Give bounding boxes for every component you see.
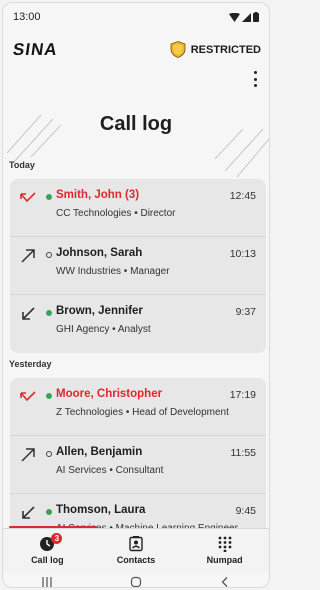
presence-offline-icon (46, 252, 52, 258)
call-time: 10:13 (229, 248, 256, 260)
nav-item-numpad[interactable]: Numpad (185, 536, 265, 565)
numpad-icon (218, 536, 232, 552)
outgoing-call-icon (21, 249, 35, 263)
call-time: 12:45 (229, 190, 256, 202)
nav-label-numpad: Numpad (206, 555, 243, 565)
status-icons (229, 12, 259, 22)
presence-offline-icon (46, 451, 52, 457)
caller-detail: AI Services • Consultant (56, 465, 164, 476)
incoming-call-icon (22, 506, 35, 519)
call-list-today: Smith, John (3) 12:45 CC Technologies • … (10, 179, 266, 353)
app-logo: SINA (11, 40, 60, 59)
call-list-yesterday: Moore, Christopher 17:19 Z Technologies … (10, 378, 266, 532)
caller-name: Thomson, Laura (56, 504, 146, 516)
caller-name: Moore, Christopher (56, 388, 163, 400)
call-row[interactable]: Allen, Benjamin 11:55 AI Services • Cons… (10, 436, 266, 494)
call-row[interactable]: Moore, Christopher 17:19 Z Technologies … (10, 378, 266, 436)
missed-call-icon (20, 391, 36, 402)
contacts-icon (129, 536, 143, 552)
nav-label-call-log: Call log (31, 555, 64, 565)
wifi-icon (229, 12, 240, 22)
call-time: 11:55 (230, 447, 257, 459)
caller-detail: WW Industries • Manager (56, 266, 170, 277)
decorative-lines (6, 114, 269, 178)
missed-count-badge: 3 (51, 533, 63, 544)
missed-call-icon (20, 192, 36, 203)
call-time: 9:45 (235, 505, 256, 517)
caller-detail: Z Technologies • Head of Development (56, 407, 229, 418)
presence-available-icon (46, 509, 52, 515)
caller-name: Brown, Jennifer (56, 305, 143, 317)
classification-badge: RESTRICTED (170, 41, 261, 58)
classification-label: RESTRICTED (190, 43, 261, 56)
shield-icon (170, 41, 186, 58)
presence-available-icon (46, 194, 52, 200)
outgoing-call-icon (21, 448, 35, 462)
call-row[interactable]: Smith, John (3) 12:45 CC Technologies • … (10, 179, 266, 237)
presence-available-icon (46, 310, 52, 316)
status-time: 13:00 (13, 11, 41, 23)
call-row[interactable]: Brown, Jennifer 9:37 GHI Agency • Analys… (10, 295, 266, 353)
section-label-today: Today (9, 160, 35, 170)
phone-screen: 13:00 SINA RESTRICTED Call log Today Smi… (2, 2, 270, 588)
section-label-yesterday: Yesterday (9, 359, 52, 369)
status-bar: 13:00 (3, 3, 269, 31)
caller-name: Smith, John (3) (56, 189, 140, 201)
back-icon[interactable] (219, 576, 231, 588)
nav-item-call-log[interactable]: 3 Call log (7, 533, 87, 565)
battery-icon (253, 12, 259, 22)
caller-name: Johnson, Sarah (56, 247, 143, 259)
caller-detail: CC Technologies • Director (56, 208, 176, 219)
incoming-call-icon (22, 307, 35, 320)
caller-detail: GHI Agency • Analyst (56, 324, 151, 335)
call-time: 9:37 (235, 306, 256, 318)
signal-icon (242, 12, 251, 22)
nav-item-contacts[interactable]: Contacts (96, 536, 176, 565)
system-nav-bar (3, 572, 269, 588)
more-options-icon[interactable] (251, 71, 259, 87)
bottom-nav: 3 Call log Contacts Numpad (3, 528, 269, 572)
presence-available-icon (46, 393, 52, 399)
call-row[interactable]: Johnson, Sarah 10:13 WW Industries • Man… (10, 237, 266, 295)
call-time: 17:19 (229, 389, 256, 401)
page-title: Call log (99, 113, 173, 135)
recent-apps-icon[interactable] (41, 576, 53, 588)
nav-label-contacts: Contacts (116, 555, 156, 565)
caller-name: Allen, Benjamin (56, 446, 143, 458)
home-icon[interactable] (130, 576, 142, 588)
